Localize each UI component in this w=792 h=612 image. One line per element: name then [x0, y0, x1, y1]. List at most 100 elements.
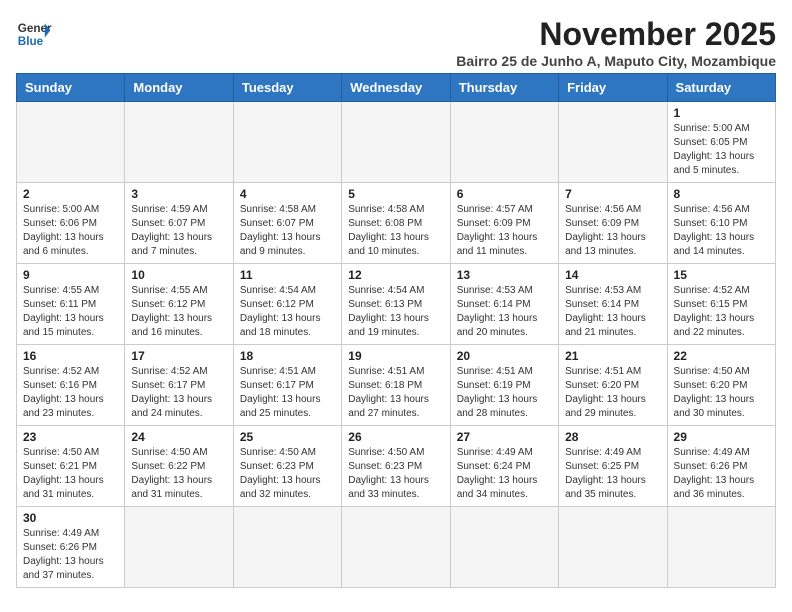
day-info: Sunrise: 4:56 AM Sunset: 6:10 PM Dayligh…: [674, 203, 769, 259]
header-day-wednesday: Wednesday: [342, 74, 450, 102]
day-cell: 7Sunrise: 4:56 AM Sunset: 6:09 PM Daylig…: [559, 183, 667, 264]
subtitle: Bairro 25 de Junho A, Maputo City, Mozam…: [456, 53, 776, 69]
header-day-thursday: Thursday: [450, 74, 558, 102]
day-cell: [125, 102, 233, 183]
day-cell: 13Sunrise: 4:53 AM Sunset: 6:14 PM Dayli…: [450, 264, 558, 345]
day-info: Sunrise: 5:00 AM Sunset: 6:05 PM Dayligh…: [674, 122, 769, 178]
day-cell: 3 Sunrise: 4:59 AM Sunset: 6:07 PM Daylig…: [125, 183, 233, 264]
day-info: Sunrise: 4:50 AM Sunset: 6:23 PM Dayligh…: [348, 446, 443, 502]
day-number: 2: [23, 187, 118, 201]
logo: General Blue: [16, 16, 52, 52]
day-number: 3: [131, 187, 226, 201]
day-number: 6: [457, 187, 552, 201]
day-number: 21: [565, 349, 660, 363]
day-info: Sunrise: 4:49 AM Sunset: 6:24 PM Dayligh…: [457, 446, 552, 502]
day-info: Sunrise: 4:51 AM Sunset: 6:20 PM Dayligh…: [565, 365, 660, 421]
day-cell: 10 Sunrise: 4:55 AM Sunset: 6:12 PM Dayli…: [125, 264, 233, 345]
day-cell: 12Sunrise: 4:54 AM Sunset: 6:13 PM Dayli…: [342, 264, 450, 345]
day-info: Sunrise: 4:59 AM Sunset: 6:07 PM Dayligh…: [131, 203, 226, 259]
day-cell: 11 Sunrise: 4:54 AM Sunset: 6:12 PM Dayli…: [233, 264, 341, 345]
logo-svg: General Blue: [16, 16, 52, 52]
day-cell: 26 Sunrise: 4:50 AM Sunset: 6:23 PM Dayli…: [342, 426, 450, 507]
day-info: Sunrise: 4:53 AM Sunset: 6:14 PM Dayligh…: [565, 284, 660, 340]
day-cell: 22Sunrise: 4:50 AM Sunset: 6:20 PM Dayli…: [667, 345, 775, 426]
day-cell: [667, 507, 775, 588]
day-info: Sunrise: 4:49 AM Sunset: 6:25 PM Dayligh…: [565, 446, 660, 502]
day-cell: 14 Sunrise: 4:53 AM Sunset: 6:14 PM Dayli…: [559, 264, 667, 345]
day-info: Sunrise: 4:52 AM Sunset: 6:17 PM Dayligh…: [131, 365, 226, 421]
day-cell: 23Sunrise: 4:50 AM Sunset: 6:21 PM Dayli…: [17, 426, 125, 507]
day-number: 18: [240, 349, 335, 363]
header-day-tuesday: Tuesday: [233, 74, 341, 102]
day-cell: 4 Sunrise: 4:58 AM Sunset: 6:07 PM Daylig…: [233, 183, 341, 264]
calendar: SundayMondayTuesdayWednesdayThursdayFrid…: [16, 73, 776, 588]
day-cell: 25 Sunrise: 4:50 AM Sunset: 6:23 PM Dayli…: [233, 426, 341, 507]
day-number: 23: [23, 430, 118, 444]
days-header-row: SundayMondayTuesdayWednesdayThursdayFrid…: [17, 74, 776, 102]
day-info: Sunrise: 4:54 AM Sunset: 6:12 PM Dayligh…: [240, 284, 335, 340]
day-number: 27: [457, 430, 552, 444]
day-number: 4: [240, 187, 335, 201]
day-cell: [450, 507, 558, 588]
day-number: 25: [240, 430, 335, 444]
week-row-1: 2Sunrise: 5:00 AM Sunset: 6:06 PM Daylig…: [17, 183, 776, 264]
month-title: November 2025: [456, 16, 776, 53]
day-info: Sunrise: 4:52 AM Sunset: 6:16 PM Dayligh…: [23, 365, 118, 421]
day-cell: 21 Sunrise: 4:51 AM Sunset: 6:20 PM Dayli…: [559, 345, 667, 426]
day-cell: [559, 507, 667, 588]
day-cell: 1 Sunrise: 5:00 AM Sunset: 6:05 PM Daylig…: [667, 102, 775, 183]
header-day-sunday: Sunday: [17, 74, 125, 102]
day-cell: 2Sunrise: 5:00 AM Sunset: 6:06 PM Daylig…: [17, 183, 125, 264]
title-area: November 2025 Bairro 25 de Junho A, Mapu…: [456, 16, 776, 69]
day-cell: 17 Sunrise: 4:52 AM Sunset: 6:17 PM Dayli…: [125, 345, 233, 426]
day-number: 1: [674, 106, 769, 120]
week-row-3: 16 Sunrise: 4:52 AM Sunset: 6:16 PM Dayli…: [17, 345, 776, 426]
day-info: Sunrise: 4:52 AM Sunset: 6:15 PM Dayligh…: [674, 284, 769, 340]
day-number: 24: [131, 430, 226, 444]
day-info: Sunrise: 4:50 AM Sunset: 6:20 PM Dayligh…: [674, 365, 769, 421]
day-number: 11: [240, 268, 335, 282]
day-info: Sunrise: 4:55 AM Sunset: 6:11 PM Dayligh…: [23, 284, 118, 340]
day-info: Sunrise: 4:51 AM Sunset: 6:17 PM Dayligh…: [240, 365, 335, 421]
day-number: 5: [348, 187, 443, 201]
day-cell: [233, 507, 341, 588]
week-row-2: 9Sunrise: 4:55 AM Sunset: 6:11 PM Daylig…: [17, 264, 776, 345]
day-number: 20: [457, 349, 552, 363]
day-cell: 18 Sunrise: 4:51 AM Sunset: 6:17 PM Dayli…: [233, 345, 341, 426]
week-row-4: 23Sunrise: 4:50 AM Sunset: 6:21 PM Dayli…: [17, 426, 776, 507]
day-number: 28: [565, 430, 660, 444]
day-cell: [342, 507, 450, 588]
day-info: Sunrise: 4:56 AM Sunset: 6:09 PM Dayligh…: [565, 203, 660, 259]
day-number: 19: [348, 349, 443, 363]
day-cell: 8 Sunrise: 4:56 AM Sunset: 6:10 PM Daylig…: [667, 183, 775, 264]
day-info: Sunrise: 4:50 AM Sunset: 6:23 PM Dayligh…: [240, 446, 335, 502]
day-cell: [342, 102, 450, 183]
day-cell: 6 Sunrise: 4:57 AM Sunset: 6:09 PM Daylig…: [450, 183, 558, 264]
day-number: 29: [674, 430, 769, 444]
day-info: Sunrise: 4:54 AM Sunset: 6:13 PM Dayligh…: [348, 284, 443, 340]
day-number: 26: [348, 430, 443, 444]
header-day-saturday: Saturday: [667, 74, 775, 102]
day-info: Sunrise: 4:58 AM Sunset: 6:07 PM Dayligh…: [240, 203, 335, 259]
day-cell: 16 Sunrise: 4:52 AM Sunset: 6:16 PM Dayli…: [17, 345, 125, 426]
day-number: 14: [565, 268, 660, 282]
day-cell: [233, 102, 341, 183]
day-cell: [125, 507, 233, 588]
day-cell: [559, 102, 667, 183]
day-number: 17: [131, 349, 226, 363]
day-info: Sunrise: 4:57 AM Sunset: 6:09 PM Dayligh…: [457, 203, 552, 259]
svg-text:Blue: Blue: [18, 35, 44, 48]
day-number: 16: [23, 349, 118, 363]
day-cell: 24 Sunrise: 4:50 AM Sunset: 6:22 PM Dayli…: [125, 426, 233, 507]
day-info: Sunrise: 4:55 AM Sunset: 6:12 PM Dayligh…: [131, 284, 226, 340]
day-info: Sunrise: 4:50 AM Sunset: 6:22 PM Dayligh…: [131, 446, 226, 502]
day-info: Sunrise: 4:51 AM Sunset: 6:19 PM Dayligh…: [457, 365, 552, 421]
day-info: Sunrise: 4:51 AM Sunset: 6:18 PM Dayligh…: [348, 365, 443, 421]
day-number: 15: [674, 268, 769, 282]
week-row-5: 30Sunrise: 4:49 AM Sunset: 6:26 PM Dayli…: [17, 507, 776, 588]
day-cell: 9Sunrise: 4:55 AM Sunset: 6:11 PM Daylig…: [17, 264, 125, 345]
day-cell: 15 Sunrise: 4:52 AM Sunset: 6:15 PM Dayli…: [667, 264, 775, 345]
day-number: 10: [131, 268, 226, 282]
day-number: 8: [674, 187, 769, 201]
day-info: Sunrise: 4:53 AM Sunset: 6:14 PM Dayligh…: [457, 284, 552, 340]
